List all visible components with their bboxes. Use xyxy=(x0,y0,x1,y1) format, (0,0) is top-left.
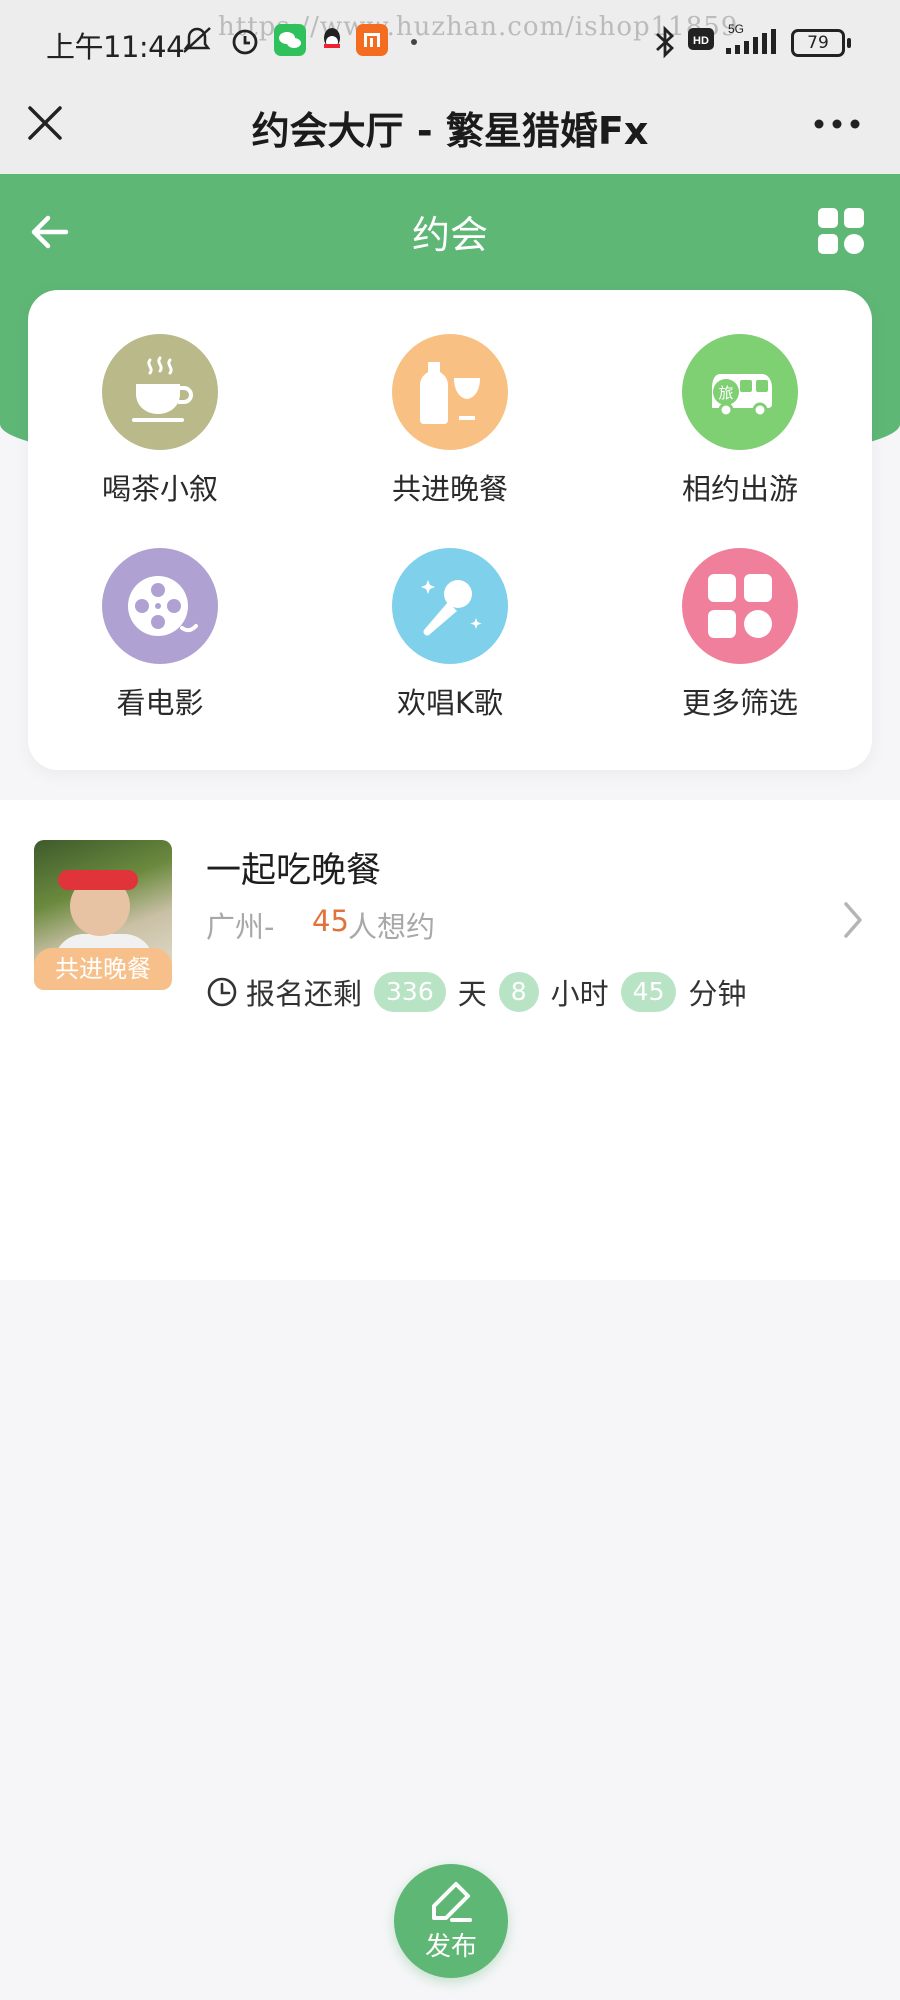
date-interest-text: 人想约 xyxy=(348,910,436,944)
mute-bell-icon xyxy=(183,27,211,53)
svg-text:旅: 旅 xyxy=(718,384,733,402)
countdown-days: 336 xyxy=(374,972,446,1012)
microphone-icon xyxy=(421,580,482,636)
publish-label: 发布 xyxy=(424,1932,477,1962)
category-dinner[interactable]: 共进晚餐 xyxy=(320,290,580,506)
category-tea[interactable]: 喝茶小叙 xyxy=(30,290,290,506)
tour-bus-icon: 旅 xyxy=(712,374,772,418)
date-title: 一起吃晚餐 xyxy=(206,851,382,891)
category-movie[interactable]: 看电影 xyxy=(30,504,290,720)
signal-icon: 5G xyxy=(726,22,776,54)
registration-countdown: 报名还剩 336 天 8 小时 45 分钟 xyxy=(206,970,747,1014)
close-icon[interactable] xyxy=(26,104,66,144)
mi-store-icon xyxy=(356,24,388,56)
countdown-minutes: 45 xyxy=(620,972,677,1012)
page-title: 约会大厅 - 繁星猎婚Fx xyxy=(251,109,649,153)
clock-icon xyxy=(207,977,237,1007)
category-card: 喝茶小叙 共进晚餐 旅 相约出游 看电影 欢唱K歌 更多筛选 xyxy=(28,290,872,770)
countdown-days-unit: 天 xyxy=(457,977,487,1011)
category-tea-circle xyxy=(102,334,218,450)
category-movie-circle xyxy=(102,548,218,664)
wechat-icon xyxy=(274,24,306,56)
date-thumbnail: 共进晚餐 xyxy=(34,840,172,990)
dot-icon xyxy=(411,39,417,45)
category-tea-label: 喝茶小叙 xyxy=(101,472,218,506)
category-more-circle xyxy=(682,548,798,664)
qq-icon xyxy=(324,28,340,48)
chevron-right-icon[interactable] xyxy=(842,900,866,940)
countdown-hours-unit: 小时 xyxy=(550,977,609,1011)
category-more-filter[interactable]: 更多筛选 xyxy=(610,504,870,720)
category-dinner-label: 共进晚餐 xyxy=(391,472,508,506)
top-nav-bar: 约会大厅 - 繁星猎婚Fx xyxy=(0,86,900,174)
publish-button[interactable]: 发布 xyxy=(394,1864,508,1978)
category-more-label: 更多筛选 xyxy=(681,686,798,720)
countdown-hours: 8 xyxy=(498,972,539,1012)
category-tour[interactable]: 旅 相约出游 xyxy=(610,290,870,506)
bluetooth-icon xyxy=(656,25,675,59)
tea-cup-icon xyxy=(132,356,193,422)
list-empty-area xyxy=(0,1050,900,1280)
status-bar: 上午11:44 https://www.huzhan.com/ishop1185… xyxy=(0,0,900,86)
date-interest-count: 45 xyxy=(312,904,349,938)
wine-bottle-icon xyxy=(420,362,480,424)
battery-indicator: 79 xyxy=(791,29,851,57)
category-karaoke[interactable]: 欢唱K歌 xyxy=(320,504,580,720)
status-time: 上午11:44 xyxy=(46,30,185,64)
alarm-icon xyxy=(232,29,258,55)
hd-badge-icon: HD xyxy=(688,28,714,50)
category-dinner-circle xyxy=(392,334,508,450)
list-item[interactable]: 共进晚餐 一起吃晚餐 广州- 45 人想约 报名还剩 336 天 8 小时 45… xyxy=(0,800,900,1050)
category-movie-label: 看电影 xyxy=(116,686,204,720)
pencil-icon xyxy=(432,1882,472,1922)
arrow-left-icon[interactable] xyxy=(26,208,74,256)
header-title: 约会 xyxy=(411,213,488,257)
category-tag: 共进晚餐 xyxy=(34,948,172,990)
film-reel-icon xyxy=(128,576,198,636)
countdown-label: 报名还剩 xyxy=(246,977,363,1011)
grid-icon[interactable] xyxy=(816,206,866,256)
countdown-minutes-unit: 分钟 xyxy=(688,977,747,1011)
grid-more-icon xyxy=(708,574,772,638)
more-icon[interactable] xyxy=(813,114,861,134)
svg-text:HD: HD xyxy=(693,35,709,47)
category-tour-label: 相约出游 xyxy=(681,472,798,506)
category-tour-circle: 旅 xyxy=(682,334,798,450)
date-city: 广州- xyxy=(206,910,275,944)
svg-text:5G: 5G xyxy=(728,22,744,36)
category-karaoke-label: 欢唱K歌 xyxy=(396,686,504,720)
category-karaoke-circle xyxy=(392,548,508,664)
